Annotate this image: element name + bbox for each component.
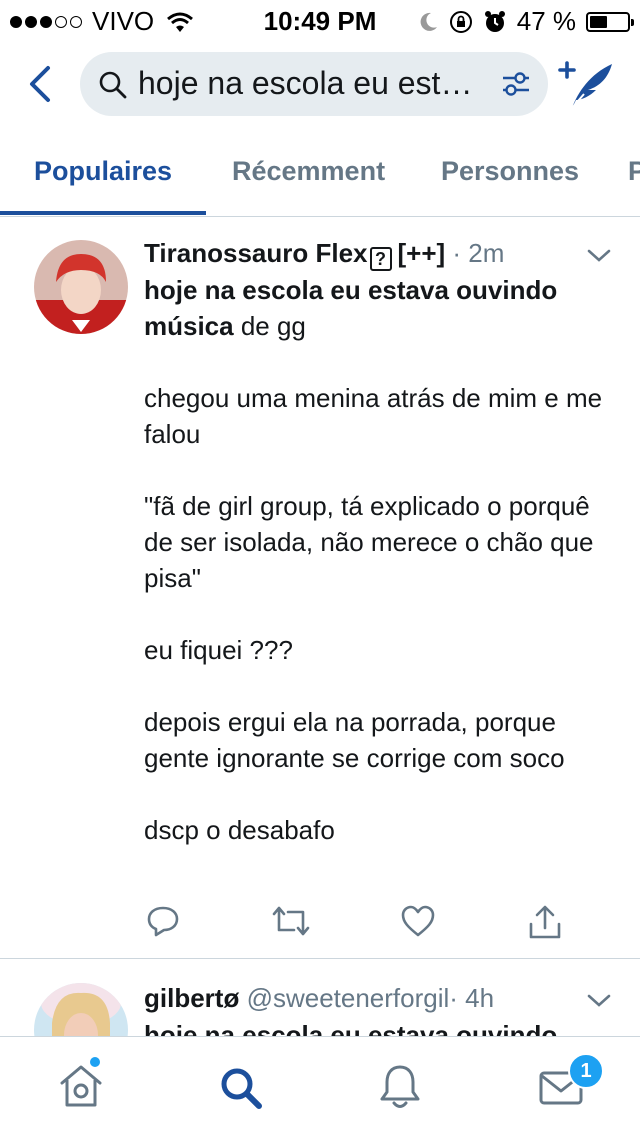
battery-percent: 47 % (516, 6, 576, 36)
tweet-paragraph: "fã de girl group, tá explicado o porquê… (144, 491, 594, 593)
tab-recemment[interactable]: Récemment (232, 156, 385, 187)
new-content-dot (90, 1057, 100, 1067)
search-tab-icon[interactable] (218, 1065, 264, 1111)
tweet-paragraph: dscp o desabafo (144, 815, 335, 845)
tweet[interactable]: Tiranossauro Flex? [++] · 2m hoje na esco… (0, 218, 640, 958)
tab-partial[interactable]: P (628, 156, 640, 187)
name-suffix: [++] (397, 238, 446, 268)
user-handle[interactable]: @sweetenerforgil (247, 983, 450, 1013)
tweet-paragraph: depois ergui ela na porrada, porque gent… (144, 707, 565, 773)
active-tab-indicator (0, 211, 206, 215)
search-match-highlight: hoje na escola eu estava ouvindo música (144, 275, 558, 341)
tab-populaires[interactable]: Populaires (34, 156, 172, 187)
messages-badge: 1 (568, 1053, 604, 1089)
chevron-down-icon[interactable] (586, 993, 612, 1009)
retweet-icon[interactable] (272, 904, 310, 938)
tweet-header: Tiranossauro Flex? [++] · 2m (144, 238, 584, 271)
search-query-text[interactable]: hoje na escola eu estava ouvindo música … (138, 65, 488, 102)
filter-settings-icon[interactable] (500, 68, 532, 100)
search-match-highlight: hoje na escola eu estava ouvindo (144, 1020, 558, 1036)
battery-icon (586, 11, 634, 32)
rotation-lock-icon (449, 10, 472, 33)
compose-tweet-icon[interactable] (556, 56, 616, 114)
search-header: hoje na escola eu estava ouvindo música … (0, 50, 640, 120)
tweet-text-fragment: de gg (233, 311, 306, 341)
tweet-time: · 4h (449, 983, 495, 1013)
avatar[interactable] (34, 240, 128, 334)
moon-icon (420, 12, 437, 31)
tweet-paragraph: eu fiquei ??? (144, 635, 293, 665)
display-name[interactable]: Tiranossauro Flex (144, 238, 368, 268)
home-icon[interactable] (58, 1063, 104, 1109)
emoji-placeholder-icon: ? (369, 247, 392, 271)
tweet[interactable]: gilbertø @sweetenerforgil· 4h hoje na es… (0, 959, 640, 1036)
like-heart-icon[interactable] (400, 904, 436, 938)
tab-personnes[interactable]: Personnes (441, 156, 579, 187)
tweet-first-line: hoje na escola eu estava ouvindo música … (144, 272, 604, 344)
tweet-time: · 2m (452, 238, 505, 268)
alarm-icon (484, 10, 505, 32)
search-tabs: Populaires Récemment Personnes P (0, 150, 640, 217)
bottom-tab-bar: 1 (0, 1036, 640, 1137)
tweet-actions (144, 904, 584, 944)
avatar[interactable] (34, 983, 128, 1036)
back-arrow-icon[interactable] (22, 62, 62, 106)
tweet-paragraph: chegou uma menina atrás de mim e me falo… (144, 383, 603, 449)
status-bar: VIVO 10:49 PM 47 % (0, 0, 640, 40)
share-icon[interactable] (528, 904, 562, 940)
tweet-text: hoje na escola eu estava ouvindo (144, 1017, 614, 1036)
tweet-header: gilbertø @sweetenerforgil· 4h (144, 983, 584, 1014)
reply-icon[interactable] (146, 904, 180, 938)
tweet-text: hoje na escola eu estava ouvindo música … (144, 272, 604, 848)
notifications-bell-icon[interactable] (378, 1063, 422, 1111)
search-field[interactable]: hoje na escola eu estava ouvindo música … (80, 52, 548, 116)
chevron-down-icon[interactable] (586, 248, 612, 264)
search-icon (99, 71, 127, 99)
display-name[interactable]: gilbertø (144, 983, 239, 1013)
